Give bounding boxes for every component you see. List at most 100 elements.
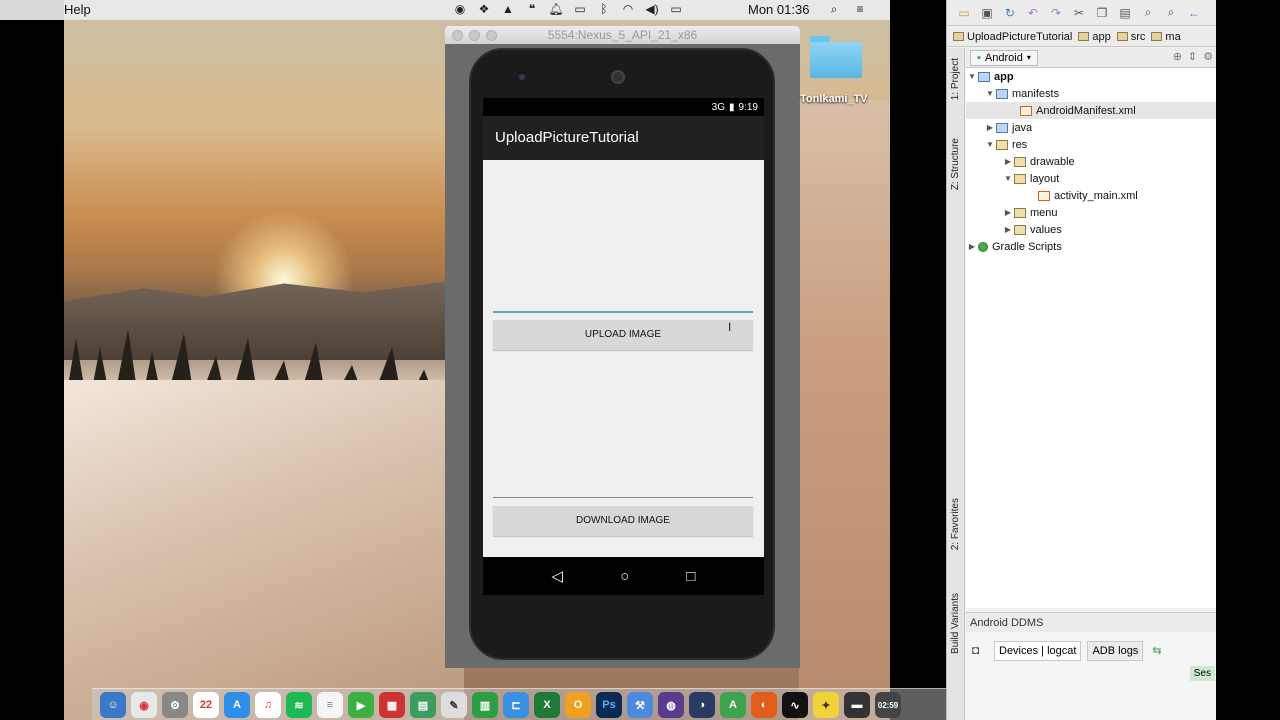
dropbox-icon[interactable]: ❖	[476, 1, 492, 17]
build-variants-tool-tab[interactable]: Build Variants	[950, 593, 961, 654]
app-icon[interactable]: ◐	[751, 692, 777, 718]
open-folder-icon[interactable]: ▭	[955, 4, 973, 22]
tree-item-java[interactable]: ▶ java	[966, 119, 1217, 136]
textedit-icon[interactable]: ✎	[441, 692, 467, 718]
expanded-arrow-icon[interactable]: ▼	[984, 89, 996, 98]
numbers-icon[interactable]: ▥	[472, 692, 498, 718]
chrome-icon[interactable]: ◉	[131, 692, 157, 718]
tree-item-drawable[interactable]: ▶ drawable	[966, 153, 1217, 170]
tree-item-manifests[interactable]: ▼ manifests	[966, 85, 1217, 102]
breadcrumb-item[interactable]: ma	[1151, 31, 1181, 43]
volume-icon[interactable]: ◀)	[644, 1, 660, 17]
photoshop-icon[interactable]: Ps	[596, 692, 622, 718]
hangouts-icon[interactable]: ❝	[524, 1, 540, 17]
itunes-icon[interactable]: ♫	[255, 692, 281, 718]
tree-item-res[interactable]: ▼ res	[966, 136, 1217, 153]
keynote-icon[interactable]: ⊏	[503, 692, 529, 718]
back-icon[interactable]: ←	[1185, 4, 1203, 22]
minimize-window-button[interactable]	[469, 30, 480, 41]
battery-icon[interactable]: ▭	[668, 1, 684, 17]
save-icon[interactable]: ▣	[978, 4, 996, 22]
bluetooth-icon[interactable]: ᛒ	[596, 1, 612, 17]
eclipse-icon[interactable]: ◍	[658, 692, 684, 718]
restore-layout-icon[interactable]: ⇆	[1149, 641, 1164, 661]
vlc-icon[interactable]: O	[565, 692, 591, 718]
project-view-selector[interactable]: ▪ Android ▾	[970, 49, 1038, 66]
airplay-icon[interactable]: ▭	[572, 1, 588, 17]
android-studio-icon[interactable]: A	[720, 692, 746, 718]
facetime-icon[interactable]: ▶	[348, 692, 374, 718]
expanded-arrow-icon[interactable]: ▼	[984, 140, 996, 149]
redo-icon[interactable]: ↷	[1047, 4, 1065, 22]
collapsed-arrow-icon[interactable]: ▶	[966, 242, 978, 251]
find-icon[interactable]: ⌕	[1139, 4, 1157, 22]
replace-icon[interactable]: ⌕	[1162, 4, 1180, 22]
wifi-icon[interactable]: ◠	[620, 1, 636, 17]
xcode-icon[interactable]: ⚒	[627, 692, 653, 718]
photo-booth-icon[interactable]: ▦	[379, 692, 405, 718]
spotify-icon[interactable]: ≋	[286, 692, 312, 718]
session-label[interactable]: Ses	[1189, 666, 1215, 681]
desktop-folder-icon[interactable]	[808, 36, 862, 78]
breadcrumb-item[interactable]: UploadPictureTutorial	[953, 31, 1072, 43]
recents-nav-icon[interactable]: □	[686, 568, 695, 585]
download-image-button[interactable]: DOWNLOAD IMAGE	[493, 506, 753, 536]
structure-tool-tab[interactable]: Z: Structure	[950, 138, 961, 190]
download-edittext[interactable]	[493, 497, 753, 498]
tree-item-gradle-scripts[interactable]: ▶ Gradle Scripts	[966, 238, 1217, 255]
finder-icon[interactable]: ☺	[100, 692, 126, 718]
excel-icon[interactable]: X	[534, 692, 560, 718]
gear-icon[interactable]: ⚙	[1203, 50, 1213, 63]
tree-item-values[interactable]: ▶ values	[966, 221, 1217, 238]
upload-image-button[interactable]: UPLOAD IMAGE	[493, 320, 753, 350]
cut-icon[interactable]: ✂	[1070, 4, 1088, 22]
record-icon[interactable]: ◉	[452, 1, 468, 17]
expanded-arrow-icon[interactable]: ▼	[966, 72, 978, 81]
tab-devices-logcat[interactable]: Devices | logcat	[994, 641, 1082, 661]
preview-icon[interactable]: ▤	[410, 692, 436, 718]
favorites-tool-tab[interactable]: 2: Favorites	[950, 498, 961, 550]
collapsed-arrow-icon[interactable]: ▶	[1002, 225, 1014, 234]
collapse-icon[interactable]: ⊕	[1173, 50, 1182, 63]
close-window-button[interactable]	[452, 30, 463, 41]
tab-adb-logs[interactable]: ADB logs	[1087, 641, 1144, 661]
collapsed-arrow-icon[interactable]: ▶	[1002, 157, 1014, 166]
breadcrumb-item[interactable]: app	[1078, 31, 1111, 43]
spotlight-search-icon[interactable]: ⌕	[826, 1, 842, 17]
copy-icon[interactable]: ❐	[1093, 4, 1111, 22]
clock-widget[interactable]: 02:59	[875, 692, 901, 718]
breadcrumb-item[interactable]: src	[1116, 31, 1145, 43]
eclipse-2-icon[interactable]: ◑	[689, 692, 715, 718]
tree-item-menu[interactable]: ▶ menu	[966, 204, 1217, 221]
zoom-window-button[interactable]	[486, 30, 497, 41]
home-nav-icon[interactable]: ○	[620, 568, 629, 585]
expanded-arrow-icon[interactable]: ▼	[1002, 174, 1014, 183]
lightbulb-icon[interactable]: ✦	[813, 692, 839, 718]
tree-item-android-manifest[interactable]: AndroidManifest.xml	[966, 102, 1217, 119]
upload-edittext[interactable]	[493, 311, 753, 313]
tree-item-app[interactable]: ▼ app	[966, 68, 1217, 85]
notes-icon[interactable]: ≡	[317, 692, 343, 718]
drive-icon[interactable]: ▲	[500, 1, 516, 17]
system-preferences-icon[interactable]: ⚙	[162, 692, 188, 718]
calendar-icon[interactable]: 22	[193, 692, 219, 718]
menubar-clock[interactable]: Mon 01:36	[748, 2, 809, 17]
autoscroll-icon[interactable]: ⇕	[1188, 50, 1197, 63]
tree-item-activity-main[interactable]: activity_main.xml	[966, 187, 1217, 204]
collapsed-arrow-icon[interactable]: ▶	[984, 123, 996, 132]
camera-icon[interactable]: ◘	[972, 643, 979, 657]
desktop-folder-label[interactable]: TonIkami_TV	[800, 93, 868, 105]
notification-bell-icon[interactable]: 🔔︎	[548, 1, 564, 17]
menu-help[interactable]: Help	[64, 2, 91, 17]
collapsed-arrow-icon[interactable]: ▶	[1002, 208, 1014, 217]
terminal-icon[interactable]: ▬	[844, 692, 870, 718]
notification-center-icon[interactable]: ≡	[852, 1, 868, 17]
back-nav-icon[interactable]: ◁	[552, 567, 564, 585]
activity-monitor-icon[interactable]: ∿	[782, 692, 808, 718]
app-store-icon[interactable]: A	[224, 692, 250, 718]
sync-icon[interactable]: ↻	[1001, 4, 1019, 22]
undo-icon[interactable]: ↶	[1024, 4, 1042, 22]
project-tool-tab[interactable]: 1: Project	[950, 58, 961, 100]
tree-item-layout[interactable]: ▼ layout	[966, 170, 1217, 187]
paste-icon[interactable]: ▤	[1116, 4, 1134, 22]
